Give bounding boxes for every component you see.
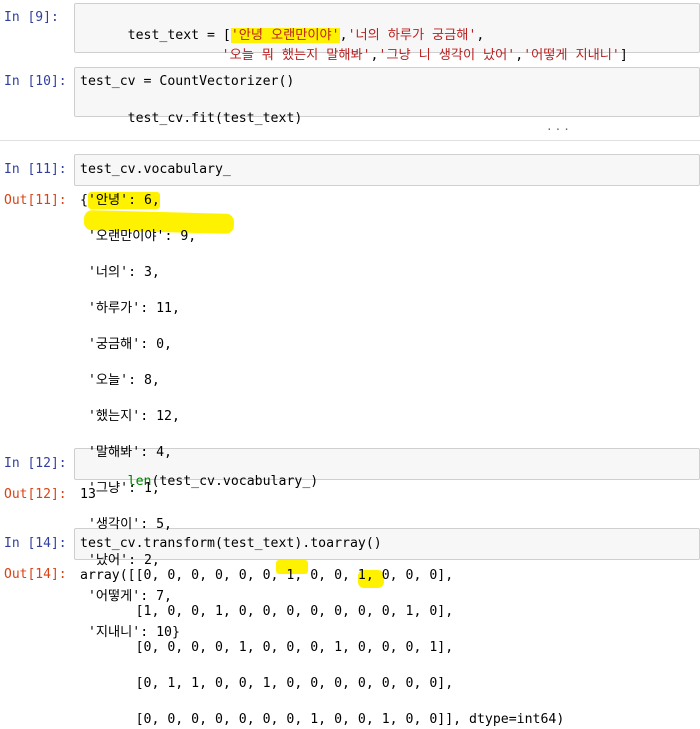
code-input-9[interactable]: test_text = ['안녕 오랜만이야','너의 하루가 궁금해', '오…: [74, 3, 700, 63]
collapsed-output-ellipsis[interactable]: ...: [546, 120, 572, 133]
output-line: '생각이': 5,: [80, 517, 172, 532]
code-line: '오늘 뭐 했는지 말해봐','그냥 니 생각이 났어','어떻게 지내니']: [174, 29, 628, 63]
code-input-10[interactable]: test_cv = CountVectorizer() test_cv.fit(…: [74, 67, 700, 126]
code-string: '어떻게 지내니': [523, 48, 620, 63]
in-prompt-14: In [14]:: [4, 536, 67, 551]
cell-9[interactable]: In [9]: test_text = ['안녕 오랜만이야','너의 하루가 …: [0, 0, 700, 63]
code-token: test_cv.fit(: [127, 111, 223, 126]
output-line: '궁금해': 0,: [80, 337, 172, 352]
output-line: {'안녕': 6,: [80, 193, 160, 208]
code-line: test_text = ['안녕 오랜만이야','너의 하루가 궁금해',: [80, 9, 484, 43]
in-prompt-11: In [11]:: [4, 162, 67, 177]
output-line: '말해봐': 4,: [80, 445, 172, 460]
output-line: '오늘': 8,: [80, 373, 160, 388]
code-line: test_cv = CountVectorizer(): [80, 74, 295, 89]
cell-11[interactable]: In [11]: test_cv.vocabulary_ Out[11]: {'…: [0, 152, 700, 640]
output-line: [0, 0, 0, 0, 0, 0, 0, 1, 0, 0, 1, 0, 0]]…: [80, 712, 565, 727]
output-line: '오랜만이야': 9,: [80, 229, 197, 244]
code-line: test_cv.transform(test_text).toarray(): [80, 536, 382, 551]
output-line: '너의': 3,: [80, 265, 160, 280]
in-prompt-10: In [10]:: [4, 74, 67, 89]
output-line: '했는지': 12,: [80, 409, 180, 424]
code-line: test_cv.fit(test_text): [80, 92, 303, 126]
code-token: ): [294, 111, 303, 126]
cell-10[interactable]: In [10]: test_cv = CountVectorizer() tes…: [0, 66, 700, 126]
out-prompt-14: Out[14]:: [4, 567, 67, 582]
output-line: [0, 1, 1, 0, 0, 1, 0, 0, 0, 0, 0, 0, 0],: [80, 676, 454, 691]
out-prompt-11: Out[11]:: [4, 193, 67, 208]
output-line: [1, 0, 0, 1, 0, 0, 0, 0, 0, 0, 0, 1, 0],: [80, 604, 454, 619]
code-input-11[interactable]: test_cv.vocabulary_: [74, 154, 700, 186]
code-token: ,: [515, 48, 524, 63]
output-line: '하루가': 11,: [80, 301, 180, 316]
output-line: '그냥': 1,: [80, 481, 160, 496]
code-token: test_text: [222, 111, 295, 126]
code-token: ]: [619, 48, 628, 63]
cell-divider: [0, 140, 700, 141]
output-line: array([[0, 0, 0, 0, 0, 0, 1, 0, 0, 1, 0,…: [80, 568, 454, 583]
out-prompt-12: Out[12]:: [4, 487, 67, 502]
code-line: test_cv.vocabulary_: [80, 162, 231, 177]
in-prompt-12: In [12]:: [4, 456, 67, 471]
code-string: '그냥 니 생각이 났어': [378, 48, 516, 63]
code-string: '오늘 뭐 했는지 말해봐': [221, 48, 371, 63]
output-line: [0, 0, 0, 0, 1, 0, 0, 0, 1, 0, 0, 0, 1],: [80, 640, 454, 655]
in-prompt-9: In [9]:: [4, 10, 59, 25]
